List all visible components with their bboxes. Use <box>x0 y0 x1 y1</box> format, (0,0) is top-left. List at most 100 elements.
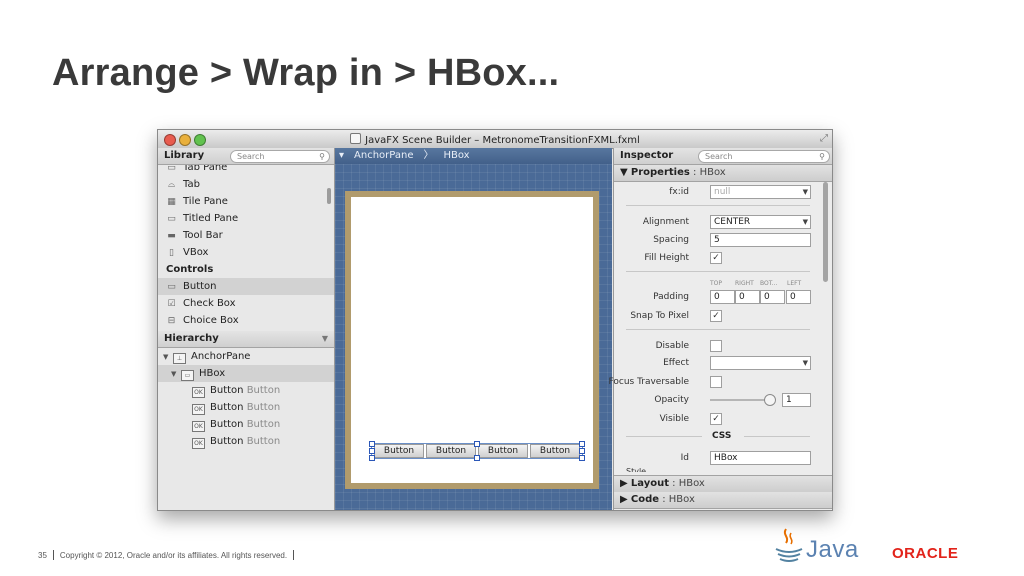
library-scrollbar[interactable] <box>327 188 331 204</box>
hierarchy-item-button[interactable]: OK Button Button <box>158 416 334 433</box>
opacity-input[interactable]: 1 <box>782 393 811 407</box>
opacity-slider-track[interactable] <box>710 399 770 401</box>
focus-traversable-row: Focus Traversable <box>609 375 812 391</box>
alignment-select[interactable]: CENTER ▼ <box>710 215 811 229</box>
library-item-tab[interactable]: ⌓ Tab <box>158 176 334 193</box>
breadcrumb-menu-icon[interactable]: ▾ <box>339 150 344 161</box>
library-title: Library <box>164 150 205 161</box>
hierarchy-tree[interactable]: ▼ ⊥ AnchorPane ▼ ▭ HBox OK Button Button OK Bu… <box>158 348 334 510</box>
disable-checkbox[interactable] <box>710 340 722 352</box>
left-panel: Library Search ⚲ ▭ Tab Pane ⌓ Tab ▦ Tile Pa… <box>158 148 335 510</box>
hierarchy-item-anchorpane[interactable]: ▼ ⊥ AnchorPane <box>158 348 334 365</box>
style-label: Style <box>626 467 647 472</box>
copyright-text: Copyright © 2012, Oracle and/or its affi… <box>59 551 288 560</box>
hbox-selection[interactable]: Button Button Button Button <box>369 441 585 461</box>
library-item-vbox[interactable]: ▯ VBox <box>158 244 334 261</box>
divider <box>626 205 810 206</box>
code-section-header[interactable]: ▶ Code : HBox <box>614 492 832 509</box>
library-item-titled-pane[interactable]: ▭ Titled Pane <box>158 210 334 227</box>
opacity-row: Opacity 1 <box>614 393 812 409</box>
layout-section-header[interactable]: ▶ Layout : HBox <box>614 475 832 493</box>
resize-handle[interactable] <box>369 455 375 461</box>
padding-row: Padding 0 0 0 0 <box>614 290 812 306</box>
slide-title: Arrange > Wrap in > HBox... <box>52 52 560 94</box>
resize-handle[interactable] <box>369 441 375 447</box>
opacity-slider-thumb[interactable] <box>764 394 776 406</box>
hierarchy-item-button[interactable]: OK Button Button <box>158 433 334 450</box>
disclosure-triangle-icon[interactable]: ▶ <box>620 478 628 489</box>
button-icon: OK <box>192 404 205 415</box>
button-icon: OK <box>192 438 205 449</box>
disclosure-triangle-icon[interactable]: ▼ <box>171 366 181 383</box>
breadcrumb: ▾ AnchorPane 〉 HBox <box>335 148 612 164</box>
library-item-check-box[interactable]: ☑ Check Box <box>158 295 334 312</box>
padding-bottom-input[interactable]: 0 <box>760 290 785 304</box>
titled-pane-icon: ▭ <box>167 214 176 224</box>
content-panel: ▾ AnchorPane 〉 HBox Button Button Button Bu… <box>335 148 612 510</box>
alignment-row: Alignment CENTER ▼ <box>614 215 812 231</box>
effect-select[interactable]: ▼ <box>710 356 811 370</box>
tab-icon: ⌓ <box>167 180 176 190</box>
search-icon: ⚲ <box>819 152 825 161</box>
resize-handle[interactable] <box>579 455 585 461</box>
hierarchy-item-hbox[interactable]: ▼ ▭ HBox <box>158 365 334 382</box>
library-search-input[interactable]: Search ⚲ <box>230 150 330 163</box>
padding-left-input[interactable]: 0 <box>786 290 811 304</box>
divider <box>744 436 810 437</box>
document-icon <box>350 133 362 144</box>
breadcrumb-item-anchorpane[interactable]: AnchorPane <box>354 150 413 161</box>
anchorpane-frame[interactable]: Button Button Button Button <box>345 191 599 489</box>
padding-right-input[interactable]: 0 <box>735 290 760 304</box>
window-titlebar[interactable]: JavaFX Scene Builder – MetronomeTransiti… <box>158 130 832 149</box>
library-list[interactable]: ▭ Tab Pane ⌓ Tab ▦ Tile Pane ▭ Titled Pane ▬… <box>158 165 334 331</box>
anchorpane-icon: ⊥ <box>173 353 186 364</box>
design-canvas[interactable]: Button Button Button Button <box>335 164 612 510</box>
properties-section-header[interactable]: ▼ Properties : HBox <box>614 165 832 182</box>
canvas-button[interactable]: Button <box>530 444 580 458</box>
dropdown-arrow-icon: ▼ <box>802 188 808 196</box>
hierarchy-menu-icon[interactable]: ▼ <box>322 331 328 347</box>
library-item-tile-pane[interactable]: ▦ Tile Pane <box>158 193 334 210</box>
canvas-button[interactable]: Button <box>478 444 528 458</box>
id-input[interactable]: HBox <box>710 451 811 465</box>
disclosure-triangle-icon[interactable]: ▶ <box>620 494 628 505</box>
resize-handle[interactable] <box>579 441 585 447</box>
fullscreen-icon[interactable]: ⤢ <box>820 133 828 144</box>
dropdown-arrow-icon: ▼ <box>802 359 808 367</box>
resize-handle[interactable] <box>579 448 585 454</box>
spacing-input[interactable]: 5 <box>710 233 811 247</box>
resize-handle[interactable] <box>474 441 480 447</box>
checkbox-icon: ☑ <box>167 299 176 309</box>
resize-handle[interactable] <box>369 448 375 454</box>
slide-footer: 35 Copyright © 2012, Oracle and/or its af… <box>38 550 300 560</box>
canvas-button[interactable]: Button <box>374 444 424 458</box>
resize-handle[interactable] <box>474 455 480 461</box>
hierarchy-item-button[interactable]: OK Button Button <box>158 399 334 416</box>
inspector-panel: Inspector Search ⚲ ▼ Properties : HBox f… <box>609 148 832 510</box>
focus-traversable-checkbox[interactable] <box>710 376 722 388</box>
library-item-tab-pane[interactable]: ▭ Tab Pane <box>158 165 334 176</box>
breadcrumb-item-hbox[interactable]: HBox <box>443 150 469 161</box>
disclosure-triangle-icon[interactable]: ▼ <box>620 167 628 178</box>
hierarchy-header[interactable]: Hierarchy ▼ <box>158 331 334 348</box>
inspector-scrollbar[interactable] <box>823 182 828 282</box>
snap-to-pixel-row: Snap To Pixel ✓ <box>614 309 812 325</box>
library-item-button[interactable]: ▭ Button <box>158 278 334 295</box>
inspector-search-input[interactable]: Search ⚲ <box>698 150 830 163</box>
breadcrumb-separator-icon: 〉 <box>423 150 434 161</box>
visible-checkbox[interactable]: ✓ <box>710 413 722 425</box>
padding-top-input[interactable]: 0 <box>710 290 735 304</box>
disclosure-triangle-icon[interactable]: ▼ <box>163 349 173 366</box>
hierarchy-item-button[interactable]: OK Button Button <box>158 382 334 399</box>
library-category-controls[interactable]: Controls <box>158 261 334 278</box>
snap-to-pixel-checkbox[interactable]: ✓ <box>710 310 722 322</box>
fill-height-checkbox[interactable]: ✓ <box>710 252 722 264</box>
anchorpane-surface[interactable]: Button Button Button Button <box>351 197 593 483</box>
fx-id-combobox[interactable]: null ▼ <box>710 185 811 199</box>
fx-id-row: fx:id null ▼ <box>614 185 812 201</box>
library-item-tool-bar[interactable]: ▬ Tool Bar <box>158 227 334 244</box>
canvas-button[interactable]: Button <box>426 444 476 458</box>
window-title: JavaFX Scene Builder – MetronomeTransiti… <box>365 135 640 146</box>
divider <box>626 329 810 330</box>
library-item-choice-box[interactable]: ⊟ Choice Box <box>158 312 334 329</box>
